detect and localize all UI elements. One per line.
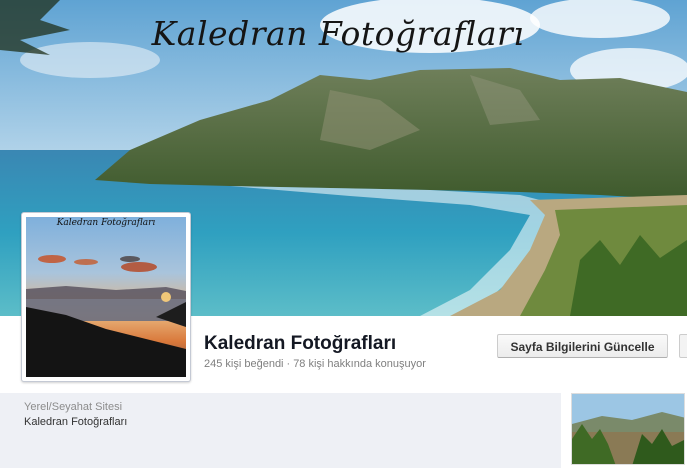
sunset-photo (26, 217, 186, 377)
likes-count[interactable]: 245 kişi beğendi (204, 358, 284, 370)
page-title[interactable]: Kaledran Fotoğrafları (204, 333, 396, 355)
photo-thumbnail[interactable] (571, 393, 685, 465)
page-category[interactable]: Yerel/Seyahat Sitesi (24, 401, 122, 413)
profile-picture[interactable]: Kaledran Fotoğrafları (21, 212, 191, 382)
more-actions-button[interactable] (679, 334, 687, 358)
talking-count[interactable]: 78 kişi hakkında konuşuyor (293, 358, 426, 370)
cover-title-text: Kaledran Fotoğrafları (151, 14, 525, 53)
about-panel: Yerel/Seyahat Sitesi Kaledran Fotoğrafla… (0, 393, 561, 468)
update-page-info-button[interactable]: Sayfa Bilgilerini Güncelle (497, 334, 668, 358)
page-stats: 245 kişi beğendi · 78 kişi hakkında konuşu… (204, 358, 426, 370)
profile-caption: Kaledran Fotoğrafları (56, 218, 156, 228)
separator-dot: · (286, 358, 291, 370)
about-page-name: Kaledran Fotoğrafları (24, 416, 128, 428)
thumbnail-image (572, 394, 684, 464)
